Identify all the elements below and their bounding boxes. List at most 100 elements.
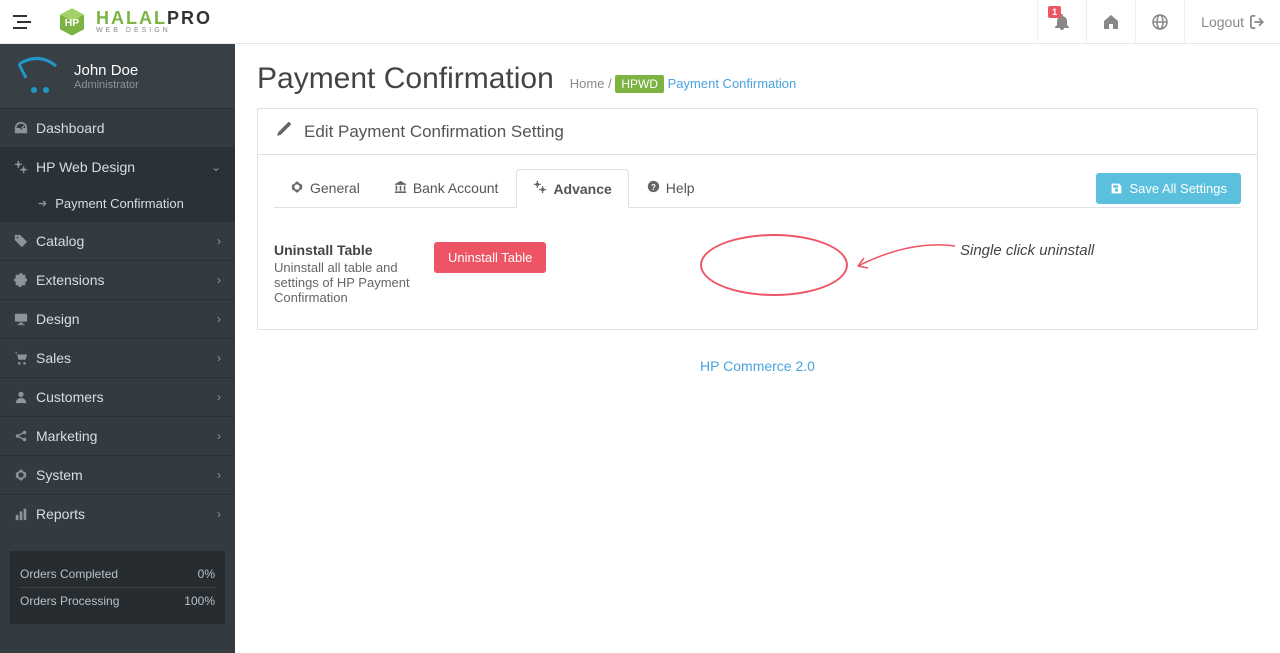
breadcrumb-tag: HPWD [615, 75, 664, 93]
globe-button[interactable] [1135, 0, 1184, 44]
main-content: Payment Confirmation Home / HPWD Payment… [235, 44, 1280, 653]
stat-label: Orders Processing [20, 594, 119, 608]
tab-advance[interactable]: Advance [516, 169, 628, 208]
chevron-right-icon: › [217, 273, 221, 287]
sidebar-subitem-label: Payment Confirmation [55, 196, 184, 211]
annotation-circle [700, 234, 848, 296]
sidebar-item-dashboard[interactable]: Dashboard [0, 108, 235, 147]
topbar-left: HP HALALPRO WEB DESIGN [0, 0, 224, 44]
chevron-right-icon: › [217, 312, 221, 326]
chevron-right-icon: › [217, 234, 221, 248]
field-description: Uninstall all table and settings of HP P… [274, 260, 434, 305]
logo[interactable]: HP HALALPRO WEB DESIGN [44, 6, 224, 38]
sidebar-item-label: HP Web Design [36, 159, 211, 175]
arrow-right-icon: ➜ [38, 197, 47, 210]
cart-icon [14, 351, 36, 365]
stat-label: Orders Completed [20, 567, 118, 581]
annotation-arrow-icon [850, 238, 960, 278]
tab-label: Bank Account [413, 180, 499, 196]
sidebar-item-label: Customers [36, 389, 217, 405]
sidebar-stats: Orders Completed 0% Orders Processing 100% [10, 551, 225, 624]
cog-icon [14, 468, 36, 482]
logout-label: Logout [1201, 14, 1244, 30]
sidebar-item-hp-web-design[interactable]: HP Web Design⌄ [0, 147, 235, 186]
cogs-icon [14, 160, 36, 174]
panel-title: Edit Payment Confirmation Setting [304, 122, 564, 142]
svg-text:?: ? [651, 183, 656, 192]
chevron-right-icon: › [217, 351, 221, 365]
sidebar: John Doe Administrator DashboardHP Web D… [0, 44, 235, 653]
annotation-text: Single click uninstall [960, 242, 1094, 259]
user-name: John Doe [74, 62, 139, 79]
sidebar-item-label: Design [36, 311, 217, 327]
field-title: Uninstall Table [274, 242, 434, 258]
breadcrumb-home[interactable]: Home [570, 76, 605, 91]
avatar [14, 56, 64, 96]
pencil-icon [276, 121, 292, 142]
help-icon: ? [647, 180, 660, 196]
sidebar-item-customers[interactable]: Customers› [0, 377, 235, 416]
home-button[interactable] [1086, 0, 1135, 44]
page-header: Payment Confirmation Home / HPWD Payment… [257, 62, 1258, 96]
topbar-right: 1 Logout [1037, 0, 1280, 44]
sidebar-item-label: Marketing [36, 428, 217, 444]
sidebar-item-catalog[interactable]: Catalog› [0, 221, 235, 260]
sidebar-item-label: Sales [36, 350, 217, 366]
stat-value: 0% [198, 567, 215, 581]
user-icon [14, 390, 36, 404]
sidebar-item-marketing[interactable]: Marketing› [0, 416, 235, 455]
save-all-button[interactable]: Save All Settings [1096, 173, 1241, 204]
tab-general[interactable]: General [274, 170, 376, 207]
user-block: John Doe Administrator [0, 44, 235, 108]
breadcrumb: Home / HPWD Payment Confirmation [570, 76, 796, 91]
home-icon [1103, 14, 1119, 30]
logo-text: HALALPRO WEB DESIGN [96, 9, 212, 34]
sidebar-stat-row: Orders Processing 100% [20, 588, 215, 614]
globe-icon [1152, 14, 1168, 30]
tab-label: Advance [553, 181, 611, 197]
bars-icon [14, 507, 36, 521]
tab-bank-account[interactable]: Bank Account [378, 170, 515, 206]
sidebar-item-label: Reports [36, 506, 217, 522]
tags-icon [14, 234, 36, 248]
tab-label: General [310, 180, 360, 196]
puzzle-icon [14, 273, 36, 287]
sidebar-item-label: Catalog [36, 233, 217, 249]
logout-button[interactable]: Logout [1184, 0, 1280, 44]
notifications-button[interactable]: 1 [1037, 0, 1086, 44]
svg-text:HP: HP [65, 18, 80, 29]
page-title: Payment Confirmation [257, 62, 554, 96]
bank-icon [394, 180, 407, 196]
chevron-right-icon: › [217, 468, 221, 482]
uninstall-row: Uninstall Table Uninstall all table and … [274, 208, 1241, 305]
sidebar-item-sales[interactable]: Sales› [0, 338, 235, 377]
user-role: Administrator [74, 79, 139, 91]
breadcrumb-current[interactable]: Payment Confirmation [668, 76, 797, 91]
menu-toggle-button[interactable] [0, 0, 44, 44]
sidebar-item-extensions[interactable]: Extensions› [0, 260, 235, 299]
sidebar-item-label: System [36, 467, 217, 483]
cogs-icon [533, 180, 547, 197]
logout-icon [1250, 15, 1264, 29]
sidebar-item-design[interactable]: Design› [0, 299, 235, 338]
chevron-right-icon: › [217, 507, 221, 521]
topbar: HP HALALPRO WEB DESIGN 1 Logout [0, 0, 1280, 44]
uninstall-button[interactable]: Uninstall Table [434, 242, 546, 273]
chevron-right-icon: › [217, 390, 221, 404]
stat-value: 100% [184, 594, 215, 608]
logo-mark-icon: HP [56, 6, 88, 38]
chevron-right-icon: › [217, 429, 221, 443]
notification-badge: 1 [1048, 6, 1061, 18]
sidebar-item-system[interactable]: System› [0, 455, 235, 494]
tab-help[interactable]: ?Help [631, 170, 711, 206]
share-icon [14, 429, 36, 443]
sidebar-stat-row: Orders Completed 0% [20, 561, 215, 588]
footer-link[interactable]: HP Commerce 2.0 [700, 358, 815, 374]
chevron-down-icon: ⌄ [211, 160, 221, 174]
cog-icon [290, 180, 304, 197]
tabs-row: General Bank Account Advance ?Help Save All… [274, 169, 1241, 208]
sidebar-subitem-payment-confirmation[interactable]: ➜ Payment Confirmation [0, 186, 235, 221]
dashboard-icon [14, 121, 36, 135]
save-icon [1110, 182, 1123, 195]
sidebar-item-reports[interactable]: Reports› [0, 494, 235, 533]
